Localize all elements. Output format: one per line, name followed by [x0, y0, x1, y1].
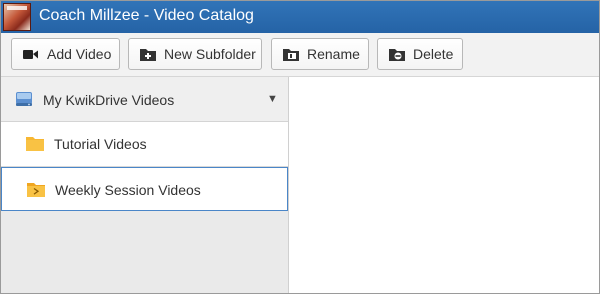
delete-folder-icon	[388, 46, 406, 62]
folder-label: Weekly Session Videos	[55, 182, 201, 198]
title-bar: Coach Millzee - Video Catalog	[1, 1, 599, 33]
drive-icon	[15, 90, 33, 108]
toolbar: Add Video New Subfolder Rename Delete	[1, 33, 599, 77]
video-camera-icon	[22, 46, 40, 62]
root-folder-row[interactable]: My KwikDrive Videos ▼	[1, 77, 288, 122]
root-folder-label: My KwikDrive Videos	[43, 92, 175, 108]
folder-sidebar: My KwikDrive Videos ▼ Tutorial Videos We…	[1, 77, 289, 293]
rename-folder-icon	[282, 46, 300, 62]
delete-button[interactable]: Delete	[377, 38, 463, 70]
app-window: Coach Millzee - Video Catalog Add Video …	[0, 0, 600, 294]
folder-label: Tutorial Videos	[54, 136, 147, 152]
new-subfolder-button[interactable]: New Subfolder	[128, 38, 262, 70]
folder-item-tutorial-videos[interactable]: Tutorial Videos	[1, 122, 288, 167]
expand-caret-icon[interactable]: ▼	[267, 93, 278, 105]
app-logo	[3, 3, 31, 31]
window-title: Coach Millzee - Video Catalog	[39, 7, 254, 24]
delete-label: Delete	[413, 46, 454, 62]
video-content-area	[289, 77, 599, 293]
add-video-label: Add Video	[47, 46, 112, 62]
new-subfolder-label: New Subfolder	[164, 46, 256, 62]
folder-item-weekly-session-videos[interactable]: Weekly Session Videos	[1, 167, 288, 211]
add-video-button[interactable]: Add Video	[11, 38, 120, 70]
new-folder-icon	[139, 46, 157, 62]
rename-button[interactable]: Rename	[271, 38, 369, 70]
rename-label: Rename	[307, 46, 360, 62]
folder-open-icon	[26, 181, 46, 198]
folder-icon	[25, 135, 45, 152]
